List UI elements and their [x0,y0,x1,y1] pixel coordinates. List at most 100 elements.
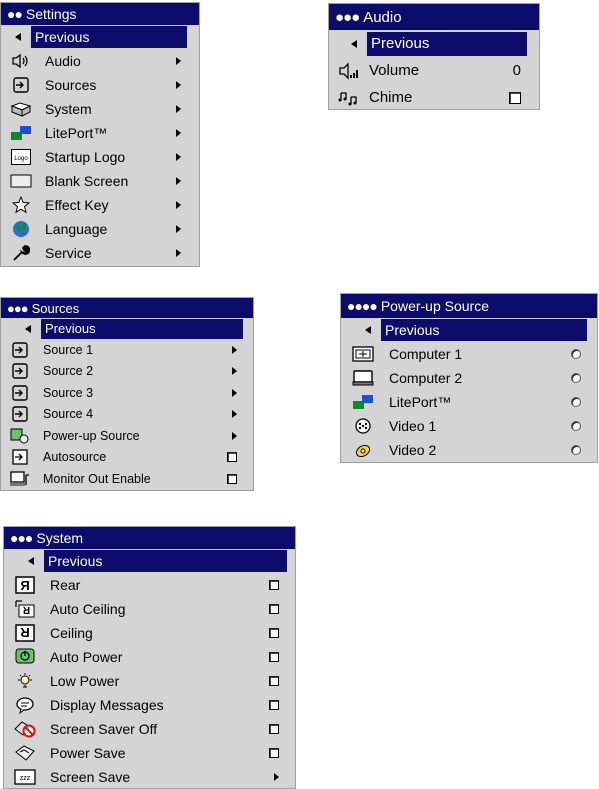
powerup-source-menu: ●●●● Power-up Source Previous Computer 1… [340,293,598,463]
previous-item[interactable]: Previous [329,30,539,57]
menu-item-label: Video 2 [389,442,437,458]
submenu-arrow-icon [232,388,237,397]
chime-checkbox[interactable] [509,91,521,104]
submenu-arrow-icon [176,225,181,233]
logo-icon: Logo [1,149,41,165]
svg-text:R: R [20,625,30,640]
option-checkbox[interactable] [269,604,279,614]
menu-item[interactable]: Video 2 [341,438,597,462]
back-arrow-icon [25,324,31,333]
menu-item-label: Video 1 [389,418,437,434]
wrench-icon [1,244,41,262]
menu-item-label: Computer 1 [389,346,463,362]
menu-item[interactable]: Display Messages [4,693,295,717]
menu-item[interactable]: Audio [1,49,199,73]
menu-item[interactable]: zzz Screen Save [4,765,295,789]
powerup-title-bar: ●●●● Power-up Source [341,294,597,318]
previous-label: Previous [381,319,587,341]
video-icon [341,417,385,435]
star-icon [1,196,41,214]
submenu-arrow-icon [176,57,181,65]
option-checkbox[interactable] [269,676,279,686]
menu-title: Power-up Source [380,298,489,314]
liteport-icon [341,394,385,410]
submenu-arrow-icon [176,249,181,257]
menu-item[interactable]: Screen Saver Off [4,717,295,741]
option-checkbox[interactable] [269,580,279,590]
power-save-icon [4,744,46,762]
menu-item[interactable]: Video 1 [341,414,597,438]
source-icon [1,385,39,401]
submenu-arrow-icon [232,367,237,376]
option-radio[interactable] [571,397,581,407]
audio-title-bar: ●●● Audio [329,4,539,30]
option-checkbox[interactable] [269,748,279,758]
menu-title: Audio [363,8,402,26]
option-checkbox[interactable] [227,452,237,463]
menu-item[interactable]: Auto Power [4,645,295,669]
menu-item-label: Screen Save [50,769,131,785]
menu-item[interactable]: R Auto Ceiling [4,597,295,621]
menu-item-label: Computer 2 [389,370,463,386]
menu-item[interactable]: R Rear [4,573,295,597]
menu-item[interactable]: Source 4 [1,404,253,426]
previous-item[interactable]: Previous [4,549,295,573]
previous-item[interactable]: Previous [1,25,199,49]
menu-item-label: LitePort™ [45,125,108,141]
menu-title: Settings [25,6,77,22]
svg-text:R: R [22,604,30,615]
audio-menu: ●●● Audio Previous Volume 0 Chime [328,3,540,110]
menu-item[interactable]: LitePort™ [341,390,597,414]
menu-item[interactable]: Computer 2 [341,366,597,390]
menu-item[interactable]: System [1,97,199,121]
option-checkbox[interactable] [269,628,279,638]
menu-item[interactable]: Power Save [4,741,295,765]
menu-item[interactable]: Sources [1,73,199,97]
menu-level-dots: ●●●● [347,298,378,314]
option-checkbox[interactable] [269,724,279,734]
menu-item[interactable]: Power-up Source [1,425,253,447]
volume-item[interactable]: Volume 0 [329,57,539,84]
submenu-arrow-icon [176,177,181,185]
menu-item[interactable]: Computer 1 [341,342,597,366]
menu-item[interactable]: Logo Startup Logo [1,145,199,169]
menu-item[interactable]: Language [1,217,199,241]
submenu-arrow-icon [274,773,279,781]
menu-item[interactable]: Effect Key [1,193,199,217]
submenu-arrow-icon [176,129,181,137]
menu-item[interactable]: LitePort™ [1,121,199,145]
menu-item[interactable]: R Ceiling [4,621,295,645]
menu-level-dots: ●●● [335,8,360,26]
option-radio[interactable] [571,421,581,431]
option-radio[interactable] [571,445,581,455]
back-arrow-icon [351,39,357,48]
menu-item-label: Source 4 [43,407,94,422]
option-radio[interactable] [571,349,581,359]
menu-item[interactable]: Monitor Out Enable [1,468,253,490]
option-checkbox[interactable] [227,473,237,484]
option-checkbox[interactable] [269,652,279,662]
option-checkbox[interactable] [269,700,279,710]
menu-item[interactable]: Service [1,241,199,265]
settings-menu: ●● Settings Previous Audio Sources System L… [0,2,200,267]
previous-item[interactable]: Previous [341,318,597,342]
option-radio[interactable] [571,373,581,383]
auto-power-icon [4,648,46,666]
menu-item[interactable]: Autosource [1,447,253,469]
menu-item[interactable]: Blank Screen [1,169,199,193]
ceiling-icon: R [4,624,46,642]
menu-item-label: Source 1 [43,342,94,357]
menu-item[interactable]: Source 3 [1,382,253,404]
low-power-icon [4,672,46,690]
previous-item[interactable]: Previous [1,318,253,339]
chime-item[interactable]: Chime [329,84,539,111]
menu-item-label: Ceiling [50,625,93,641]
submenu-arrow-icon [176,105,181,113]
previous-label: Previous [44,550,287,572]
source-icon [1,363,39,379]
menu-item[interactable]: Low Power [4,669,295,693]
menu-item[interactable]: Source 2 [1,361,253,383]
menu-item-label: Display Messages [50,697,164,713]
menu-item[interactable]: Source 1 [1,339,253,361]
monitor-out-icon [1,471,39,487]
